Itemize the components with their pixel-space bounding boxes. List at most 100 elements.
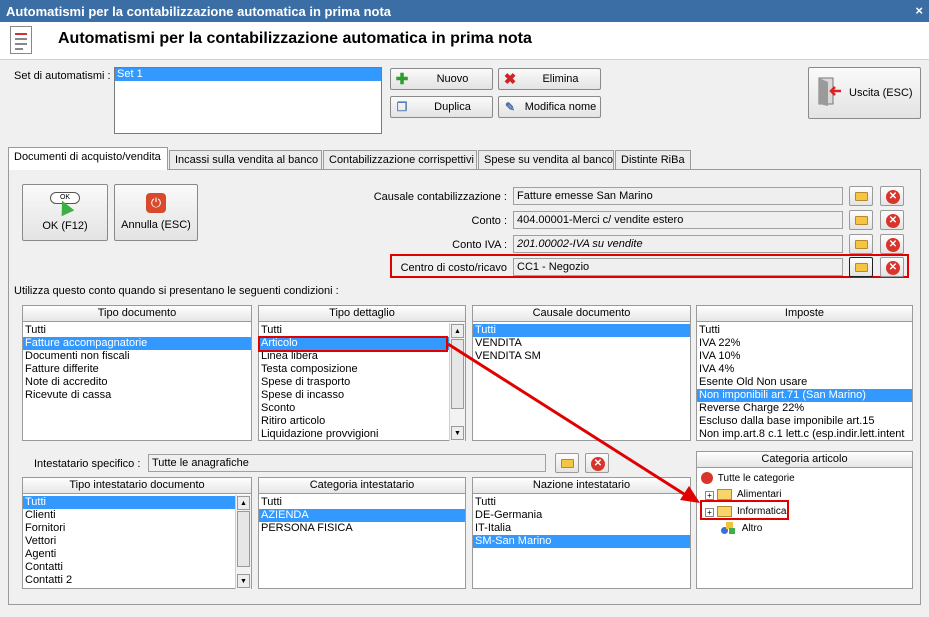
elimina-button[interactable]: ✖ Elimina xyxy=(498,68,601,90)
tab-documenti[interactable]: Documenti di acquisto/vendita xyxy=(8,147,168,170)
list-item[interactable]: PERSONA FISICA xyxy=(259,522,465,535)
list-item[interactable]: IVA 22% xyxy=(697,337,912,350)
edit-icon: ✎ xyxy=(504,100,516,114)
conditions-label: Utilizza questo conto quando si presenta… xyxy=(14,285,339,297)
categoria-intestatario-list[interactable]: Categoria intestatario Tutti AZIENDA PERSO… xyxy=(258,477,466,589)
uscita-button[interactable]: Uscita (ESC) xyxy=(808,67,921,119)
list-item[interactable]: Reverse Charge 22% xyxy=(697,402,912,415)
list-item[interactable]: Contatti xyxy=(23,561,235,574)
tipo-dettaglio-list[interactable]: Tipo dettaglio Tutti Articolo Linea libera… xyxy=(258,305,466,441)
list-item[interactable]: VENDITA SM xyxy=(473,350,690,363)
scroll-up-icon[interactable]: ▲ xyxy=(451,324,464,338)
list-item[interactable]: AZIENDA xyxy=(259,509,465,522)
x-icon: ✖ xyxy=(503,71,517,88)
centro-browse-button[interactable] xyxy=(849,257,873,277)
list-item[interactable]: Vettori xyxy=(23,535,235,548)
tree-item-alimentari[interactable]: Alimentari xyxy=(737,489,781,500)
list-item[interactable]: Ricevute di cassa xyxy=(23,389,251,402)
categoria-articolo-tree[interactable]: Categoria articolo Tutte le categorie + … xyxy=(696,451,913,589)
centro-clear-button[interactable]: ✕ xyxy=(880,257,904,277)
list-item[interactable]: Spese di trasporto xyxy=(259,376,449,389)
power-icon: ⏻ xyxy=(146,193,166,213)
intestatario-browse-button[interactable] xyxy=(555,453,579,473)
scrollbar[interactable]: ▲ ▼ xyxy=(449,323,465,441)
list-item[interactable]: Escluso dalla base imponibile art.15 xyxy=(697,415,912,428)
list-item[interactable]: Fornitori xyxy=(23,522,235,535)
list-item[interactable]: Tutti xyxy=(473,496,690,509)
nuovo-button[interactable]: ✚ Nuovo xyxy=(390,68,493,90)
list-item[interactable]: Fatture differite xyxy=(23,363,251,376)
imposte-list[interactable]: Imposte Tutti IVA 22% IVA 10% IVA 4% Esente … xyxy=(696,305,913,441)
scroll-up-icon[interactable]: ▲ xyxy=(237,496,250,510)
close-icon[interactable]: × xyxy=(915,3,923,18)
shapes-icon xyxy=(721,522,735,534)
scroll-thumb[interactable] xyxy=(451,339,464,409)
tree-item-altro-row[interactable]: Altro xyxy=(721,522,762,534)
scrollbar[interactable]: ▲ ▼ xyxy=(235,495,251,589)
tab-corrispettivi[interactable]: Contabilizzazione corrispettivi xyxy=(323,150,477,169)
causale-clear-button[interactable]: ✕ xyxy=(880,186,904,206)
scroll-down-icon[interactable]: ▼ xyxy=(451,426,464,440)
set-listbox[interactable]: Set 1 xyxy=(114,67,382,134)
folder-icon xyxy=(855,216,868,225)
document-icon xyxy=(10,26,32,54)
expand-icon[interactable]: + xyxy=(705,491,714,500)
list-item[interactable]: Fatture accompagnatorie xyxy=(23,337,251,350)
causale-field[interactable]: Fatture emesse San Marino xyxy=(513,187,843,205)
tab-riba[interactable]: Distinte RiBa xyxy=(615,150,691,169)
list-item[interactable]: Spese di incasso xyxy=(259,389,449,402)
set-list-item[interactable]: Set 1 xyxy=(115,68,381,81)
causale-documento-list[interactable]: Causale documento Tutti VENDITA VENDITA SM xyxy=(472,305,691,441)
list-item[interactable]: Tutti xyxy=(23,496,235,509)
list-item[interactable]: Liquidazione provvigioni xyxy=(259,428,449,441)
intestatario-clear-button[interactable]: ✕ xyxy=(585,453,609,473)
list-item[interactable]: SM-San Marino xyxy=(473,535,690,548)
nazione-intestatario-list[interactable]: Nazione intestatario Tutti DE-Germania IT-… xyxy=(472,477,691,589)
scroll-down-icon[interactable]: ▼ xyxy=(237,574,250,588)
contoiva-browse-button[interactable] xyxy=(849,234,873,254)
tipo-intestatario-list[interactable]: Tipo intestatario documento Tutti Clienti… xyxy=(22,477,252,589)
list-item[interactable]: IVA 10% xyxy=(697,350,912,363)
ok-button[interactable]: OK OK (F12) xyxy=(22,184,108,241)
folder-icon xyxy=(717,489,732,500)
page-title: Automatismi per la contabilizzazione aut… xyxy=(58,30,532,47)
list-item[interactable]: Note di accredito xyxy=(23,376,251,389)
scroll-thumb[interactable] xyxy=(237,511,250,567)
list-item[interactable]: Contatti 2 xyxy=(23,574,235,587)
centro-field[interactable]: CC1 - Negozio xyxy=(513,258,843,276)
list-item[interactable]: Documenti non fiscali xyxy=(23,350,251,363)
list-item[interactable]: VENDITA xyxy=(473,337,690,350)
list-item[interactable]: Ritiro articolo xyxy=(259,415,449,428)
annulla-button[interactable]: ⏻ Annulla (ESC) xyxy=(114,184,198,241)
list-item[interactable]: Clienti xyxy=(23,509,235,522)
list-item[interactable]: Non imp.art.8 c.1 lett.c (esp.indir.lett… xyxy=(697,428,912,441)
list-item[interactable]: Tutti xyxy=(259,496,465,509)
tab-spese[interactable]: Spese su vendita al banco xyxy=(478,150,614,169)
list-item[interactable]: Esente Old Non usare xyxy=(697,376,912,389)
list-item[interactable]: Non imponibili art.71 (San Marino) xyxy=(697,389,912,402)
conto-clear-button[interactable]: ✕ xyxy=(880,210,904,230)
contoiva-field[interactable]: 201.00002-IVA su vendite xyxy=(513,235,843,253)
list-item[interactable]: IT-Italia xyxy=(473,522,690,535)
conto-field[interactable]: 404.00001-Merci c/ vendite estero xyxy=(513,211,843,229)
modifica-nome-button[interactable]: ✎ Modifica nome xyxy=(498,96,601,118)
folder-icon xyxy=(561,459,574,468)
tab-incassi[interactable]: Incassi sulla vendita al banco xyxy=(169,150,322,169)
list-item[interactable]: DE-Germania xyxy=(473,509,690,522)
intestatario-field[interactable]: Tutte le anagrafiche xyxy=(148,454,546,472)
list-item[interactable]: Testa composizione xyxy=(259,363,449,376)
list-item[interactable]: Tutti xyxy=(697,324,912,337)
clear-icon: ✕ xyxy=(886,190,900,204)
list-item[interactable]: IVA 4% xyxy=(697,363,912,376)
duplica-button[interactable]: ❐ Duplica xyxy=(390,96,493,118)
causale-browse-button[interactable] xyxy=(849,186,873,206)
list-item[interactable]: Tutti xyxy=(23,324,251,337)
tipo-documento-list[interactable]: Tipo documento Tutti Fatture accompagnato… xyxy=(22,305,252,441)
list-item[interactable]: Agenti xyxy=(23,548,235,561)
contoiva-label: Conto IVA : xyxy=(452,239,507,251)
list-item[interactable]: Sconto xyxy=(259,402,449,415)
conto-browse-button[interactable] xyxy=(849,210,873,230)
contoiva-clear-button[interactable]: ✕ xyxy=(880,234,904,254)
list-item[interactable]: Tutti xyxy=(473,324,690,337)
tree-root[interactable]: Tutte le categorie xyxy=(701,472,795,484)
